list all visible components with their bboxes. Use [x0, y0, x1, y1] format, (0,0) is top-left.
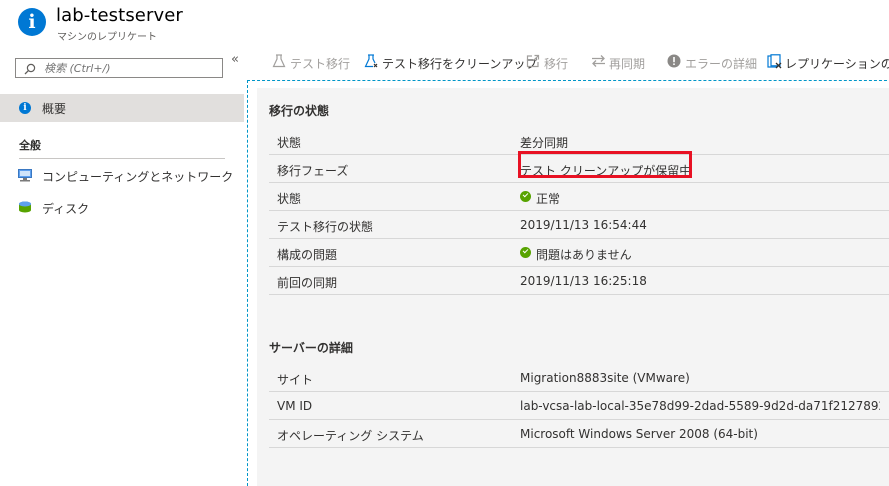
test-cleanup-label: テスト移行をクリーンアップ — [382, 57, 538, 71]
row-value: 問題はありません — [520, 246, 880, 263]
row-value-text: 正常 — [536, 192, 561, 206]
row-value: 正常 — [520, 190, 880, 207]
search-input[interactable] — [44, 60, 214, 76]
last-sync-row: 前回の同期 2019/11/13 16:25:18 — [269, 267, 889, 295]
page-title: lab-testserver — [56, 5, 183, 26]
row-key: 移行フェーズ — [277, 164, 349, 178]
success-check-icon — [520, 247, 531, 258]
vm-id-row: VM ID lab-vcsa-lab-local-35e78d99-2dad-5… — [269, 392, 889, 420]
row-key: 前回の同期 — [277, 276, 338, 290]
stop-replication-label: レプリケーションの停止 — [785, 57, 889, 71]
sidebar-item-overview[interactable]: i 概要 — [0, 94, 244, 122]
info-icon: i — [19, 102, 31, 114]
sidebar: « i 概要 全般 コンピューティングとネットワーク ディスク — [0, 44, 246, 486]
sync-arrows-icon — [592, 55, 605, 67]
row-value: 差分同期 — [520, 136, 569, 150]
collapse-sidebar-button[interactable]: « — [231, 52, 239, 67]
details-card: 移行の状態 状態 差分同期 移行フェーズ テスト クリーンアップが保留中 状態 … — [257, 88, 889, 486]
server-details-title: サーバーの詳細 — [269, 341, 353, 355]
sidebar-item-label: コンピューティングとネットワーク — [42, 170, 234, 184]
highlight-box — [518, 151, 692, 178]
test-cleanup-button[interactable]: テスト移行をクリーンアップ — [364, 53, 537, 73]
external-arrow-icon — [526, 54, 540, 68]
command-bar: テスト移行 テスト移行をクリーンアップ 移行 再同期 エラーの詳細 レプリケーシ… — [246, 44, 889, 80]
migrate-button[interactable]: 移行 — [526, 53, 576, 73]
migration-phase-row: 移行フェーズ テスト クリーンアップが保留中 — [269, 151, 889, 183]
row-value-text: 問題はありません — [536, 248, 632, 262]
test-migrate-button[interactable]: テスト移行 — [272, 53, 354, 73]
row-value: 2019/11/13 16:25:18 — [520, 274, 647, 288]
row-key: サイト — [277, 373, 314, 387]
disk-icon — [19, 201, 31, 213]
sidebar-item-compute-network[interactable]: コンピューティングとネットワーク — [0, 164, 244, 188]
row-key: オペレーティング システム — [277, 429, 424, 443]
search-icon — [24, 63, 36, 75]
error-details-button[interactable]: エラーの詳細 — [667, 53, 757, 73]
row-key: 状態 — [277, 192, 302, 206]
row-value: Migration8883site (VMware) — [520, 371, 690, 385]
row-value: 2019/11/13 16:54:44 — [520, 218, 647, 232]
resync-label: 再同期 — [609, 57, 646, 71]
page-subtitle: マシンのレプリケート — [57, 32, 157, 43]
flask-icon — [272, 54, 286, 68]
row-value: Microsoft Windows Server 2008 (64-bit) — [520, 427, 758, 441]
health-row: 状態 正常 — [269, 183, 889, 211]
site-row: サイト Migration8883site (VMware) — [269, 364, 889, 392]
flask-cleanup-icon — [364, 54, 378, 68]
stop-replication-icon — [767, 54, 782, 69]
error-details-label: エラーの詳細 — [685, 57, 758, 71]
migration-status-title: 移行の状態 — [269, 104, 330, 118]
network-icon — [18, 169, 32, 182]
resync-button[interactable]: 再同期 — [591, 53, 653, 73]
sidebar-section-title: 全般 — [19, 139, 41, 152]
row-value: lab-vcsa-lab-local-35e78d99-2dad-5589-9d… — [520, 399, 880, 413]
row-key: VM ID — [277, 399, 313, 413]
test-migration-status-row: テスト移行の状態 2019/11/13 16:54:44 — [269, 211, 889, 239]
stop-replication-button[interactable]: レプリケーションの停止 — [767, 53, 889, 73]
os-row: オペレーティング システム Microsoft Windows Server 2… — [269, 420, 889, 448]
error-icon — [667, 54, 681, 68]
sidebar-item-disks[interactable]: ディスク — [0, 196, 244, 220]
config-issues-row: 構成の問題 問題はありません — [269, 239, 889, 267]
sidebar-item-label: ディスク — [42, 202, 90, 216]
page-header: i lab-testserver マシンのレプリケート — [0, 0, 889, 44]
row-key: 状態 — [277, 136, 302, 150]
test-migrate-label: テスト移行 — [290, 57, 351, 71]
migrate-label: 移行 — [544, 57, 569, 71]
sidebar-item-label: 概要 — [42, 102, 67, 116]
search-box[interactable] — [15, 58, 223, 78]
info-icon: i — [18, 8, 46, 36]
section-divider — [19, 158, 225, 159]
success-check-icon — [520, 191, 531, 202]
row-key: 構成の問題 — [277, 248, 338, 262]
row-key: テスト移行の状態 — [277, 220, 374, 234]
